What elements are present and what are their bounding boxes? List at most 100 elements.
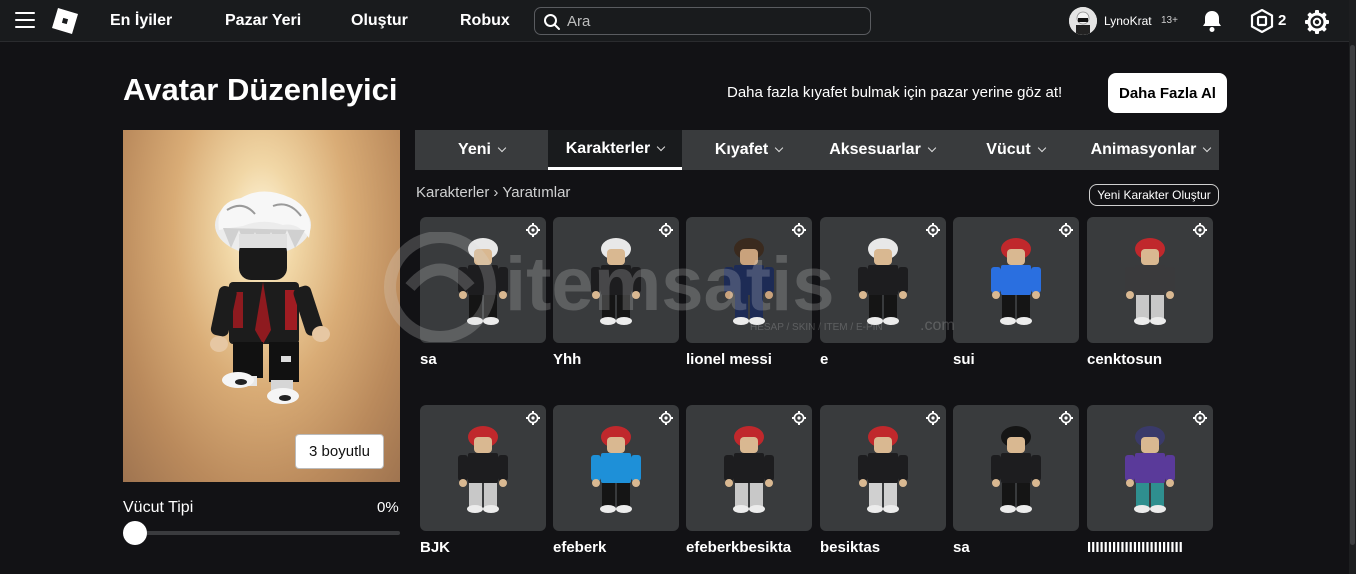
chevron-down-icon (657, 142, 666, 151)
settings-gear-icon[interactable] (792, 223, 806, 237)
tab-label: Animasyonlar (1090, 141, 1197, 158)
nav-robux[interactable]: Robux (460, 12, 510, 30)
nav-charts[interactable]: En İyiler (110, 12, 172, 30)
page-scrollbar[interactable] (1349, 0, 1356, 574)
tab-clothing[interactable]: Kıyafet (682, 130, 815, 170)
search-icon (544, 14, 560, 30)
settings-gear-icon[interactable] (926, 411, 940, 425)
settings-gear-icon[interactable] (1193, 223, 1207, 237)
notifications-bell-icon[interactable] (1200, 9, 1224, 33)
avatar (1069, 7, 1097, 35)
tab-animations[interactable]: Animasyonlar (1082, 130, 1219, 170)
page-title: Avatar Düzenleyici (123, 72, 398, 107)
character-card[interactable] (820, 217, 946, 343)
character-name: besiktas (820, 539, 881, 556)
character-thumbnail (1125, 238, 1175, 325)
character-name: Yhh (553, 351, 582, 368)
tab-characters[interactable]: Karakterler (548, 130, 682, 170)
marketplace-promo-text: Daha fazla kıyafet bulmak için pazar yer… (727, 84, 1063, 101)
settings-gear-icon[interactable] (526, 411, 540, 425)
character-card[interactable] (1087, 217, 1213, 343)
character-thumbnail (991, 238, 1041, 325)
breadcrumb-parent[interactable]: Karakterler (416, 184, 489, 201)
tab-accessories[interactable]: Aksesuarlar (815, 130, 949, 170)
body-type-value: 0% (377, 499, 399, 516)
character-thumbnail (591, 426, 641, 513)
character-thumbnail (458, 238, 508, 325)
age-badge: 13+ (1161, 15, 1178, 26)
character-card[interactable] (953, 217, 1079, 343)
body-type-label: Vücut Tipi (123, 499, 194, 516)
settings-gear-icon[interactable] (659, 223, 673, 237)
body-type-slider-handle[interactable] (123, 521, 147, 545)
chevron-right-icon: › (493, 184, 499, 201)
settings-gear-icon[interactable] (659, 411, 673, 425)
tab-label: Yeni (458, 141, 491, 158)
character-card[interactable] (686, 217, 812, 343)
category-tabs: Yeni Karakterler Kıyafet Aksesuarlar Vüc… (415, 130, 1219, 170)
settings-gear-icon[interactable] (792, 411, 806, 425)
body-type-slider-track[interactable] (124, 531, 400, 535)
character-card[interactable] (420, 217, 546, 343)
tab-label: Karakterler (565, 139, 651, 157)
settings-gear-icon[interactable] (1059, 411, 1073, 425)
character-card[interactable] (686, 405, 812, 531)
create-new-character-button[interactable]: Yeni Karakter Oluştur (1089, 184, 1219, 206)
nav-marketplace[interactable]: Pazar Yeri (225, 12, 301, 30)
character-name: efeberkbesikta (686, 539, 792, 556)
avatar-preview[interactable] (123, 130, 400, 482)
character-thumbnail (1125, 426, 1175, 513)
chevron-down-icon (774, 143, 784, 153)
chevron-down-icon (1203, 143, 1212, 153)
character-thumbnail (458, 426, 508, 513)
menu-icon[interactable] (15, 12, 35, 30)
character-card[interactable] (1087, 405, 1213, 531)
scrollbar-thumb[interactable] (1350, 45, 1355, 545)
character-thumbnail (858, 426, 908, 513)
tab-label: Vücut (986, 141, 1031, 158)
character-name: e (820, 351, 829, 368)
tab-body[interactable]: Vücut (949, 130, 1082, 170)
character-card[interactable] (820, 405, 946, 531)
character-thumbnail (724, 426, 774, 513)
top-navigation-bar: En İyiler Pazar Yeri Oluştur Robux LynoK… (0, 0, 1356, 42)
tab-label: Aksesuarlar (829, 141, 921, 158)
character-thumbnail (591, 238, 641, 325)
tab-new[interactable]: Yeni (415, 130, 548, 170)
nav-create[interactable]: Oluştur (351, 12, 408, 30)
username: LynoKrat (1104, 14, 1152, 28)
breadcrumb[interactable]: Karakterler › Yaratımlar (416, 184, 570, 201)
character-name: lionel messi (686, 351, 772, 368)
character-name: efeberk (553, 539, 607, 556)
character-name: sa (420, 351, 437, 368)
search-box[interactable] (534, 7, 871, 35)
robux-balance: 2 (1278, 12, 1287, 29)
roblox-logo-icon[interactable] (52, 8, 78, 34)
settings-gear-icon[interactable] (926, 223, 940, 237)
character-thumbnail (991, 426, 1041, 513)
tab-label: Kıyafet (714, 141, 769, 158)
get-more-button[interactable]: Daha Fazla Al (1108, 73, 1227, 113)
character-card[interactable] (553, 217, 679, 343)
character-name: BJK (420, 539, 451, 556)
character-thumbnail (724, 238, 774, 325)
settings-gear-icon[interactable] (1193, 411, 1207, 425)
character-card[interactable] (420, 405, 546, 531)
search-input[interactable] (567, 11, 857, 31)
character-name: sa (953, 539, 970, 556)
chevron-down-icon (927, 143, 937, 153)
settings-gear-icon[interactable] (1059, 223, 1073, 237)
character-name: cenktosun (1087, 351, 1163, 368)
character-card[interactable] (553, 405, 679, 531)
character-card[interactable] (953, 405, 1079, 531)
avatar-3d-figure (210, 191, 330, 404)
3d-toggle-button[interactable]: 3 boyutlu (295, 434, 384, 469)
chevron-down-icon (1037, 143, 1046, 153)
character-name: sui (953, 351, 975, 368)
chevron-down-icon (497, 143, 507, 153)
character-thumbnail (858, 238, 908, 325)
character-name: IIIIIIIIIIIIIIIIIIIIIII (1087, 539, 1183, 556)
robux-icon[interactable] (1250, 9, 1274, 33)
settings-gear-icon[interactable] (1304, 9, 1330, 35)
settings-gear-icon[interactable] (526, 223, 540, 237)
